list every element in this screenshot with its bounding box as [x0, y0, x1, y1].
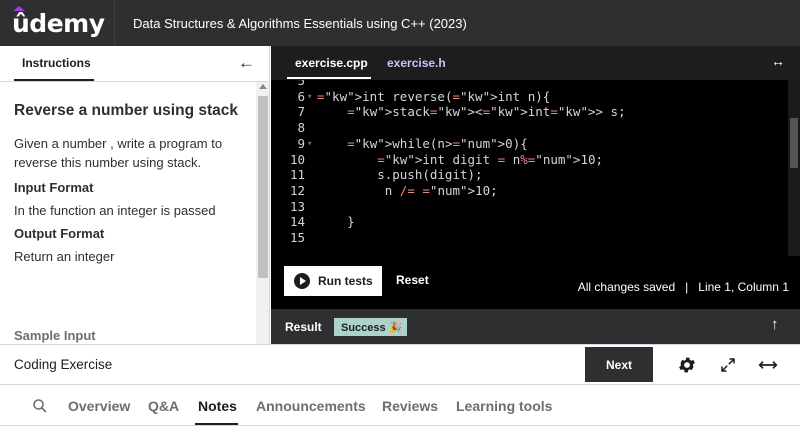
scrollbar-thumb[interactable]	[258, 96, 268, 278]
line-number: 9	[297, 135, 305, 151]
course-nav-tabs: Overview Q&A Notes Announcements Reviews…	[0, 385, 800, 435]
line-number: 15	[289, 230, 305, 245]
code-line[interactable]: 15	[271, 230, 791, 246]
code-text: ="kw">int reverse(="kw">int n){	[317, 88, 551, 104]
editor-status: All changes saved | Line 1, Column 1	[577, 280, 789, 294]
next-button[interactable]: Next	[585, 347, 653, 382]
status-badge: Success 🎉	[334, 318, 407, 336]
code-text: }	[317, 214, 355, 230]
line-number: 10	[289, 151, 305, 167]
code-text: n /= ="num">10;	[317, 182, 498, 198]
reset-button[interactable]: Reset	[396, 273, 429, 287]
code-text: ="kw">int digit = n%="num">10;	[377, 151, 604, 167]
line-number: 7	[297, 104, 305, 120]
code-line[interactable]: 10 ="kw">int digit = n%="num">10;	[271, 152, 791, 168]
code-line[interactable]: 8	[271, 120, 791, 136]
tab-announcements[interactable]: Announcements	[256, 398, 366, 414]
tab-active-indicator	[14, 79, 94, 81]
tab-instructions[interactable]: Instructions	[22, 56, 91, 70]
input-format-heading: Input Format	[14, 180, 94, 195]
lecture-title: Coding Exercise	[14, 357, 113, 372]
code-line[interactable]: 9 ▾ ="kw">while(n>="num">0){	[271, 136, 791, 152]
problem-description: Given a number , write a program to reve…	[14, 136, 223, 170]
result-bar[interactable]: Result Success 🎉 ↑	[271, 309, 800, 344]
tab-overview[interactable]: Overview	[68, 398, 130, 414]
instructions-content: Reverse a number using stack Given a num…	[14, 101, 244, 264]
nav-divider	[0, 425, 800, 426]
code-text: s.push(digit);	[317, 167, 483, 183]
editor-scrollbar-thumb[interactable]	[790, 118, 798, 168]
tab-reviews[interactable]: Reviews	[382, 398, 438, 414]
line-number: 13	[289, 198, 305, 214]
code-line[interactable]: 5	[271, 80, 791, 89]
expand-horizontal-icon[interactable]	[754, 351, 782, 379]
instructions-panel: Instructions ← Reverse a number using st…	[0, 46, 270, 344]
arrow-left-icon[interactable]: ←	[238, 53, 255, 73]
line-number: 6	[297, 88, 305, 104]
editor-scrollbar[interactable]	[788, 80, 800, 256]
sample-input-heading: Sample Input	[14, 328, 96, 343]
code-line[interactable]: 13	[271, 199, 791, 215]
fullscreen-icon[interactable]	[714, 351, 742, 379]
line-number: 8	[297, 120, 305, 136]
line-number: 11	[289, 167, 305, 183]
run-tests-button[interactable]: Run tests	[284, 266, 382, 296]
code-text: ="kw">while(n>="num">0){	[347, 135, 528, 151]
run-tests-label: Run tests	[318, 274, 373, 288]
code-line[interactable]: 6 ▾ ="kw">int reverse(="kw">int n){	[271, 89, 791, 105]
code-line[interactable]: 11 s.push(digit);	[271, 167, 791, 183]
instructions-tabbar: Instructions ←	[0, 46, 269, 82]
tab-notes[interactable]: Notes	[198, 398, 237, 414]
logo-text: ûdemy	[12, 5, 105, 38]
input-format-text: In the function an integer is passed	[14, 203, 216, 218]
instructions-scrollbar[interactable]	[256, 82, 269, 344]
code-text-area[interactable]: 5 6 ▾ ="kw">int reverse(="kw">int n){7 ="kw…	[271, 80, 800, 256]
tab-learning-tools[interactable]: Learning tools	[456, 398, 552, 414]
fold-chevron-icon[interactable]: ▾	[307, 136, 312, 152]
editor-tabbar: exercise.cpp exercise.h ↔	[271, 46, 800, 80]
top-header: ûdemy Data Structures & Algorithms Essen…	[0, 0, 800, 46]
arrow-up-icon[interactable]: ↑	[771, 316, 779, 333]
search-icon[interactable]	[32, 398, 48, 414]
fold-chevron-icon[interactable]: ▾	[307, 89, 312, 105]
line-number: 12	[289, 182, 305, 198]
output-format-text: Return an integer	[14, 249, 115, 264]
output-format-heading: Output Format	[14, 226, 105, 241]
code-line[interactable]: 7 ="kw">stack="kw"><="kw">int="kw">> s;	[271, 104, 791, 120]
line-number: 14	[289, 214, 305, 230]
tab-exercise-h[interactable]: exercise.h	[387, 56, 446, 70]
header-divider	[114, 0, 115, 46]
code-line[interactable]: 14 }	[271, 214, 791, 230]
gear-icon[interactable]	[673, 351, 701, 379]
lecture-bar: Coding Exercise Next	[0, 344, 800, 385]
result-label: Result	[285, 320, 322, 334]
code-editor: exercise.cpp exercise.h ↔ 5 6 ▾ ="kw">int r…	[271, 46, 800, 256]
expand-horizontal-icon[interactable]: ↔	[771, 53, 785, 69]
course-title[interactable]: Data Structures & Algorithms Essentials …	[133, 16, 467, 31]
udemy-logo[interactable]: ûdemy	[12, 5, 105, 38]
tab-exercise-cpp[interactable]: exercise.cpp	[295, 56, 368, 70]
line-number: 5	[297, 80, 305, 88]
play-icon	[294, 273, 310, 289]
tab-qa[interactable]: Q&A	[148, 398, 179, 414]
editor-action-bar: Run tests Reset All changes saved | Line…	[271, 256, 800, 309]
problem-title: Reverse a number using stack	[14, 102, 238, 119]
code-text: ="kw">stack="kw"><="kw">int="kw">> s;	[347, 104, 626, 120]
editor-tab-active-indicator	[287, 77, 371, 79]
scroll-up-arrow-icon[interactable]	[259, 84, 267, 89]
code-line[interactable]: 12 n /= ="num">10;	[271, 183, 791, 199]
